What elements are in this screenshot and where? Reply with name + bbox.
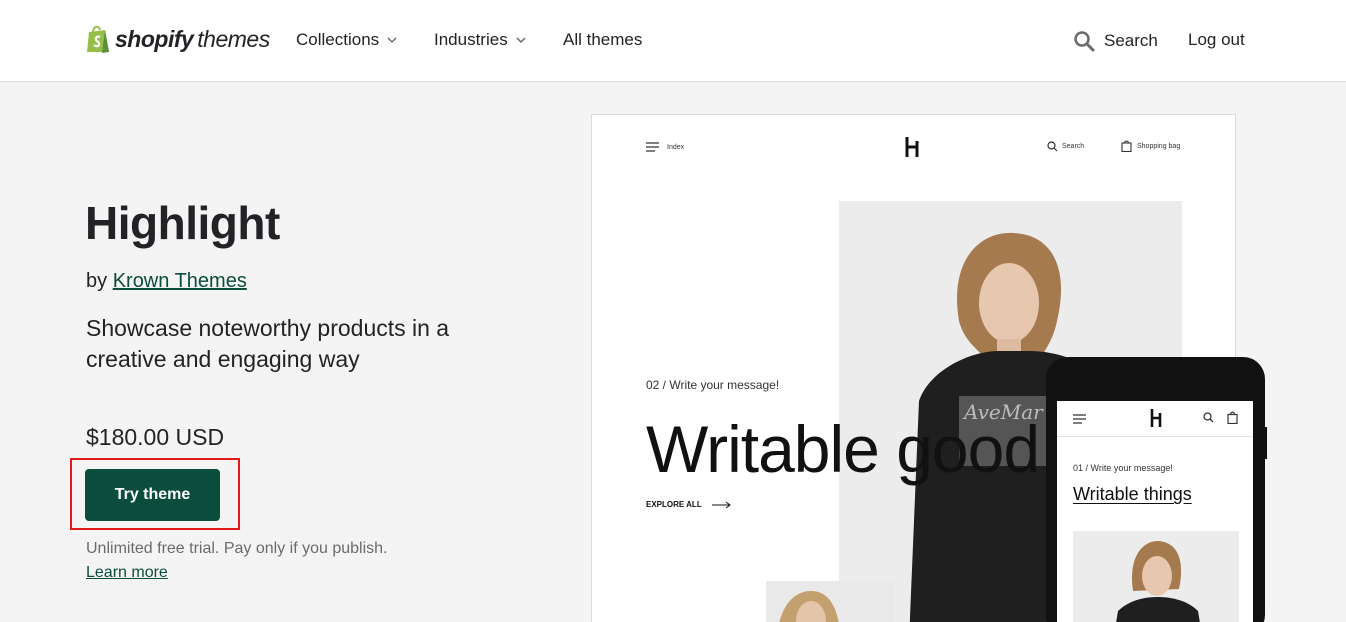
learn-more-link[interactable]: Learn more [86,564,168,582]
mobile-preview-kicker: 01 / Write your message! [1073,463,1173,473]
nav-all-themes-label: All themes [563,30,643,49]
preview-headline: Writable good [646,412,1040,486]
preview-search-label: Search [1062,143,1085,150]
preview-menu: Index [646,142,684,152]
mobile-preview-header [1057,401,1253,437]
preview-search: Search [1047,141,1084,152]
secondary-model-illustration [766,581,894,622]
mobile-model-illustration [1073,531,1239,622]
mobile-model-photo [1073,531,1239,622]
preview-explore-label: EXPLORE ALL [646,500,702,509]
nav-all-themes[interactable]: All themes [563,30,642,50]
theme-description: Showcase noteworthy products in a creati… [86,315,450,372]
preview-menu-label: Index [667,143,685,151]
chevron-down-icon [516,37,526,44]
logout-link[interactable]: Log out [1188,30,1245,50]
shopify-themes-logo[interactable]: shopify themes [85,24,270,54]
secondary-model-photo [766,581,894,622]
phone-side-button [1263,427,1267,459]
arrow-right-icon [711,501,731,508]
search-label: Search [1104,31,1158,50]
shopping-bag-icon [1227,411,1238,424]
author-link[interactable]: Krown Themes [113,270,247,292]
top-navigation-bar: shopify themes Collections Industries All… [0,0,1346,82]
theme-mobile-preview[interactable]: 01 / Write your message! Writable things [1057,401,1253,622]
byline-prefix: by [86,270,108,292]
search-icon [1074,31,1095,52]
mobile-preview-title: Writable things [1073,484,1192,504]
logo-bold-text: shopify [115,25,194,52]
nav-collections-label: Collections [296,30,380,49]
trial-note: Unlimited free trial. Pay only if you pu… [86,540,388,557]
nav-collections[interactable]: Collections [296,30,397,50]
search-icon [1203,412,1214,423]
theme-title: Highlight [85,197,280,249]
highlight-logo-icon [905,137,919,157]
highlight-logo-icon [1150,409,1162,427]
nav-industries-label: Industries [434,30,508,49]
search-button[interactable]: Search [1073,30,1158,52]
preview-explore-link: EXPLORE ALL [646,500,732,509]
preview-shopping-bag: Shopping bag [1121,140,1180,152]
hamburger-icon [1073,414,1086,424]
preview-kicker: 02 / Write your message! [646,378,780,392]
logo-text: shopify themes [115,26,270,53]
search-icon [1047,141,1058,152]
shopping-bag-icon [1121,140,1132,152]
chevron-down-icon [387,37,397,44]
theme-price: $180.00 USD [86,424,225,450]
logo-light-text: themes [197,25,270,52]
preview-bag-label: Shopping bag [1137,142,1181,150]
try-theme-button[interactable]: Try theme [85,469,220,521]
theme-byline: by Krown Themes [86,270,247,293]
nav-industries[interactable]: Industries [434,30,526,50]
shopify-bag-icon [87,25,109,53]
hamburger-icon [646,142,659,152]
